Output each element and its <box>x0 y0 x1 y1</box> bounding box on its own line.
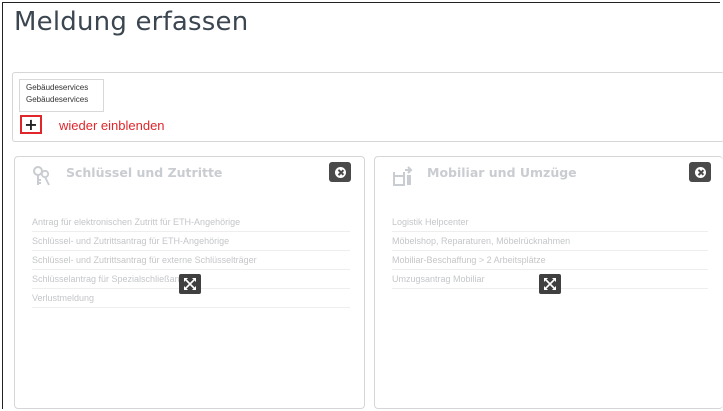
move-handle[interactable] <box>179 274 201 294</box>
show-again-label: wieder einblenden <box>59 118 165 133</box>
card-title: Schlüssel und Zutritte <box>66 165 223 180</box>
hidden-service-item[interactable]: Gebäudeservices <box>26 82 103 94</box>
card-link[interactable]: Schlüssel- und Zutrittsantrag für extern… <box>32 251 350 270</box>
close-card-button[interactable] <box>329 162 351 182</box>
service-card-keys: Schlüssel und Zutritte Antrag für elektr… <box>14 156 365 409</box>
close-icon <box>694 166 706 178</box>
hidden-services-list: Gebäudeservices Gebäudeservices <box>19 79 104 112</box>
close-icon <box>334 166 346 178</box>
card-link[interactable]: Antrag für elektronischen Zutritt für ET… <box>32 213 350 232</box>
card-link[interactable]: Möbelshop, Reparaturen, Möbelrücknahmen <box>392 232 708 251</box>
card-title: Mobiliar und Umzüge <box>427 165 577 180</box>
plus-icon: + <box>24 114 38 134</box>
expand-arrows-icon <box>544 278 556 290</box>
hidden-service-item[interactable]: Gebäudeservices <box>26 94 103 106</box>
show-again-button[interactable]: + <box>20 115 42 134</box>
close-card-button[interactable] <box>689 162 711 182</box>
expand-arrows-icon <box>184 278 196 290</box>
service-card-furniture: Mobiliar und Umzüge Logistik Helpcenter … <box>374 156 723 409</box>
keys-icon <box>33 166 50 186</box>
furniture-move-icon <box>393 166 413 186</box>
card-link[interactable]: Schlüssel- und Zutrittsantrag für ETH-An… <box>32 232 350 251</box>
card-link[interactable]: Mobiliar-Beschaffung > 2 Arbeitsplätze <box>392 251 708 270</box>
move-handle[interactable] <box>539 274 561 294</box>
card-link[interactable]: Logistik Helpcenter <box>392 213 708 232</box>
page-title: Meldung erfassen <box>14 7 249 37</box>
